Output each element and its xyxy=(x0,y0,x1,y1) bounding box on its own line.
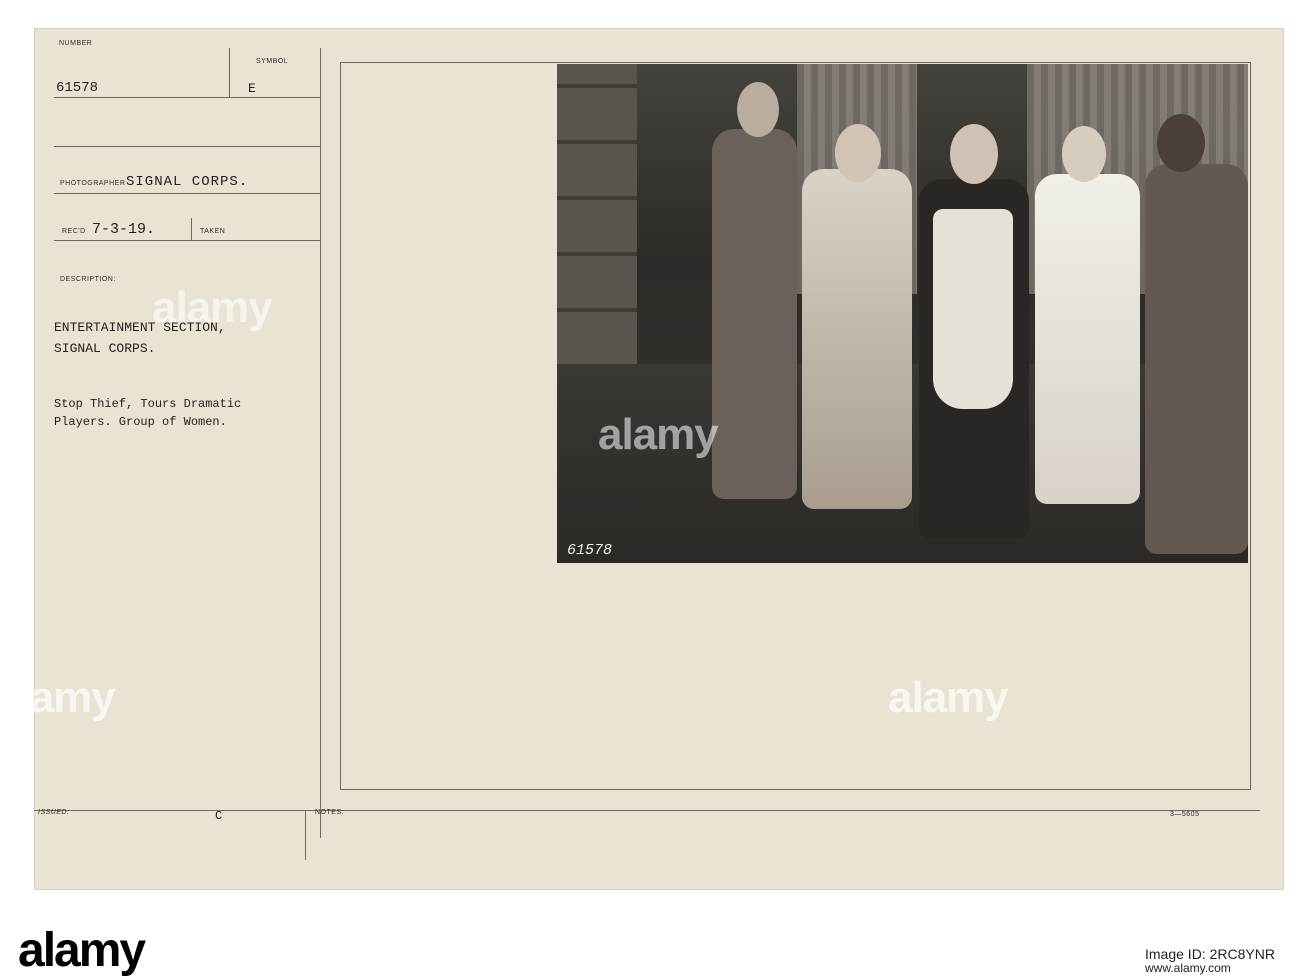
figure-head-1 xyxy=(737,82,779,137)
figure-woman-1 xyxy=(712,129,797,499)
rule-photographer-top xyxy=(54,146,320,147)
figure-woman-2 xyxy=(802,169,912,509)
symbol-value: E xyxy=(248,81,256,96)
description-label: DESCRIPTION: xyxy=(60,276,116,283)
rule-number xyxy=(54,97,250,98)
recd-label: REC'D xyxy=(62,228,86,235)
negative-number: 61578 xyxy=(567,542,613,559)
frame-top xyxy=(340,62,1250,63)
frame-right xyxy=(1250,62,1251,790)
photographer-label: PHOTOGRAPHER xyxy=(60,180,126,187)
number-value: 61578 xyxy=(56,80,99,96)
number-label: NUMBER xyxy=(59,40,93,47)
figure-woman-5 xyxy=(1145,164,1248,554)
site-url[interactable]: www.alamy.com xyxy=(1145,961,1231,975)
rule-symbol xyxy=(230,97,320,98)
figure-head-5 xyxy=(1157,114,1205,172)
figure-head-2 xyxy=(835,124,881,182)
description-line-2: SIGNAL CORPS. xyxy=(54,341,156,356)
rule-photographer xyxy=(54,193,320,194)
issued-mark: C xyxy=(215,809,223,823)
rule-notes-divider xyxy=(305,810,306,860)
symbol-label: SYMBOL xyxy=(256,58,289,65)
watermark-3: alamy xyxy=(0,673,116,722)
figure-head-3 xyxy=(950,124,998,184)
rule-left-column xyxy=(320,48,321,838)
taken-label: TAKEN xyxy=(200,228,226,235)
recd-value: 7-3-19. xyxy=(92,221,156,238)
rule-recd xyxy=(54,240,320,241)
caption-line-2: Players. Group of Women. xyxy=(54,415,227,429)
alamy-logo[interactable]: alamy xyxy=(18,923,146,978)
frame-left xyxy=(340,62,341,790)
photograph: 61578 xyxy=(557,64,1248,563)
rule-symbol-divider xyxy=(229,48,230,98)
figure-apron xyxy=(933,209,1013,409)
notes-label: NOTES: xyxy=(315,809,345,816)
photo-door xyxy=(557,64,637,364)
figure-head-4 xyxy=(1062,126,1106,182)
figure-woman-4 xyxy=(1035,174,1140,504)
image-id: Image ID: 2RC8YNR xyxy=(1145,946,1275,962)
watermark-2: alamy xyxy=(598,410,719,459)
photographer-value: SIGNAL CORPS. xyxy=(126,174,249,190)
form-number: 3—5605 xyxy=(1170,811,1200,818)
frame-bottom xyxy=(340,789,1251,790)
caption-line-1: Stop Thief, Tours Dramatic xyxy=(54,397,242,411)
issued-label: ISSUED: xyxy=(38,809,70,816)
watermark-1: alamy xyxy=(152,283,273,332)
footer-bar xyxy=(0,890,1300,980)
watermark-4: alamy xyxy=(888,673,1009,722)
rule-recd-divider xyxy=(191,218,192,240)
